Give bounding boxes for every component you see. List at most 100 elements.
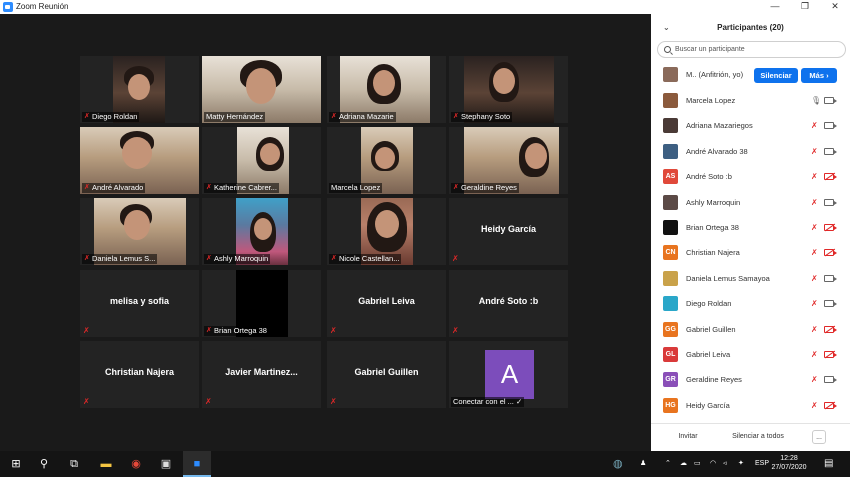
video-tile[interactable]: ✗ Ashly Marroquin xyxy=(202,198,321,265)
video-tile[interactable]: ✗ Diego Roldan xyxy=(80,56,199,123)
avatar: GL xyxy=(663,347,678,362)
video-tile[interactable]: ✗ Katherine Cabrer... xyxy=(202,127,321,194)
panel-more-button[interactable]: ... xyxy=(812,430,826,444)
more-button[interactable]: Más › xyxy=(801,68,837,83)
video-tile[interactable]: ✗ Stephany Soto xyxy=(449,56,568,123)
tile-name-label: ✗ Diego Roldan xyxy=(82,112,140,122)
camera-icon[interactable] xyxy=(824,274,837,282)
video-tile[interactable]: ✗ Daniela Lemus S... xyxy=(80,198,199,265)
muted-mic-icon[interactable]: ✗ xyxy=(811,325,818,334)
participant-row[interactable]: GL Gabriel Leiva ✗ xyxy=(651,342,850,367)
camera-off-icon[interactable] xyxy=(824,173,837,181)
camera-icon[interactable] xyxy=(824,198,837,206)
clock[interactable]: 12:28 27/07/2020 xyxy=(770,454,808,472)
video-tile[interactable]: Gabriel Guillen ✗ xyxy=(327,341,446,408)
camera-icon[interactable] xyxy=(824,97,837,104)
muted-mic-icon[interactable]: ✗ xyxy=(811,401,818,410)
mute-all-button[interactable]: Silenciar a todos xyxy=(728,430,788,444)
search-icon[interactable]: ⚲ xyxy=(30,451,58,477)
muted-mic-icon[interactable]: ✗ xyxy=(811,299,818,308)
muted-mic-icon[interactable]: ✗ xyxy=(811,172,818,181)
video-tile[interactable]: Matty Hernández xyxy=(202,56,321,123)
camera-off-icon[interactable] xyxy=(824,401,837,409)
avatar xyxy=(663,67,678,82)
camera-off-icon[interactable] xyxy=(824,224,837,231)
video-tile[interactable]: Heidy García ✗ xyxy=(449,198,568,265)
participant-row[interactable]: Marcela Lopez 🎙 xyxy=(651,88,850,113)
volume-icon[interactable]: ◃ xyxy=(723,451,727,477)
participant-row[interactable]: AS André Soto :b ✗ xyxy=(651,164,850,189)
battery-icon[interactable]: ▭ xyxy=(694,451,701,477)
tile-name: Stephany Soto xyxy=(461,112,511,121)
participant-row[interactable]: André Alvarado 38 ✗ xyxy=(651,139,850,164)
muted-mic-icon: ✗ xyxy=(83,326,90,335)
participant-row[interactable]: Brian Ortega 38 ✗ xyxy=(651,215,850,240)
muted-mic-icon[interactable]: ✗ xyxy=(811,121,818,130)
collapse-chevron-icon[interactable]: ⌄ xyxy=(663,14,670,42)
participant-row[interactable]: CN Christian Najera ✗ xyxy=(651,240,850,265)
video-tile[interactable]: André Soto :b ✗ xyxy=(449,270,568,337)
task-view-icon[interactable]: ⧉ xyxy=(60,451,88,477)
video-tile[interactable]: Gabriel Leiva ✗ xyxy=(327,270,446,337)
search-input[interactable]: Buscar un participante xyxy=(657,41,846,58)
video-tile[interactable]: Marcela Lopez xyxy=(327,127,446,194)
camera-icon[interactable] xyxy=(824,300,837,308)
windows-start-icon[interactable]: ⊞ xyxy=(2,451,30,477)
video-tile[interactable]: A Conectar con el ... ✓ xyxy=(449,341,568,408)
camera-icon[interactable] xyxy=(824,376,837,384)
participant-row[interactable]: GR Geraldine Reyes ✗ xyxy=(651,367,850,392)
muted-mic-icon[interactable]: ✗ xyxy=(811,375,818,384)
participants-panel: ⌄ Participantes (20) Buscar un participa… xyxy=(651,14,850,451)
camera-icon[interactable] xyxy=(824,122,837,130)
muted-mic-icon[interactable]: ✗ xyxy=(811,147,818,156)
cloud-icon[interactable]: ☁ xyxy=(680,451,687,477)
video-tile[interactable]: ✗ Adriana Mazarie xyxy=(327,56,446,123)
search-placeholder: Buscar un participante xyxy=(675,46,745,53)
muted-mic-icon: ✗ xyxy=(453,113,459,120)
mic-icon[interactable]: 🎙 xyxy=(811,96,821,105)
zoom-taskbar-icon[interactable]: ■ xyxy=(183,451,211,477)
video-tile[interactable]: ✗ Nicole Castellan... xyxy=(327,198,446,265)
tray-chevron-icon[interactable]: ⌃ xyxy=(665,451,671,477)
muted-mic-icon[interactable]: ✗ xyxy=(811,350,818,359)
muted-mic-icon: ✗ xyxy=(206,327,212,334)
tile-name: Nicole Castellan... xyxy=(339,254,400,263)
video-tile[interactable]: ✗ André Alvarado xyxy=(80,127,199,194)
language-indicator[interactable]: ESP xyxy=(755,451,769,477)
muted-mic-icon[interactable]: ✗ xyxy=(811,198,818,207)
wifi-icon[interactable]: ◠ xyxy=(710,451,716,477)
video-tile[interactable]: Christian Najera ✗ xyxy=(80,341,199,408)
muted-mic-icon: ✗ xyxy=(452,326,459,335)
muted-mic-icon[interactable]: ✗ xyxy=(811,223,818,232)
restore-button[interactable]: ❐ xyxy=(790,0,820,14)
muted-mic-icon[interactable]: ✗ xyxy=(811,248,818,257)
video-tile[interactable]: ✗ Brian Ortega 38 xyxy=(202,270,321,337)
video-tile[interactable]: melisa y sofia ✗ xyxy=(80,270,199,337)
notifications-icon[interactable]: ▤ xyxy=(824,451,833,477)
video-tile[interactable]: ✗ Geraldine Reyes xyxy=(449,127,568,194)
camera-off-icon[interactable] xyxy=(824,249,837,257)
people-icon[interactable]: ♟ xyxy=(640,451,646,477)
file-explorer-icon[interactable]: ▬ xyxy=(92,451,120,477)
participant-row[interactable]: Daniela Lemus Samayoa ✗ xyxy=(651,266,850,291)
help-icon[interactable]: ◍ xyxy=(613,451,623,477)
camera-icon[interactable] xyxy=(824,147,837,155)
muted-mic-icon: ✗ xyxy=(330,397,337,406)
mute-button[interactable]: Silenciar xyxy=(754,68,798,83)
participant-row[interactable]: Adriana Mazariegos ✗ xyxy=(651,113,850,138)
video-tile[interactable]: Javier Martinez... ✗ xyxy=(202,341,321,408)
minimize-button[interactable]: — xyxy=(760,0,790,14)
muted-mic-icon[interactable]: ✗ xyxy=(811,274,818,283)
close-button[interactable]: ✕ xyxy=(820,0,850,14)
participant-row[interactable]: Diego Roldan ✗ xyxy=(651,291,850,316)
camera-off-icon[interactable] xyxy=(824,351,837,358)
invite-button[interactable]: Invitar xyxy=(673,430,703,444)
dropbox-icon[interactable]: ✦ xyxy=(738,451,744,477)
participant-row[interactable]: Ashly Marroquin ✗ xyxy=(651,190,850,215)
chrome-icon[interactable]: ◉ xyxy=(122,451,150,477)
camera-off-icon[interactable] xyxy=(824,325,837,333)
participant-row[interactable]: HG Heidy García ✗ xyxy=(651,393,850,418)
store-icon[interactable]: ▣ xyxy=(152,451,180,477)
participant-row[interactable]: GG Gabriel Guillen ✗ xyxy=(651,317,850,342)
tile-name-label: ✗ Nicole Castellan... xyxy=(329,254,402,264)
